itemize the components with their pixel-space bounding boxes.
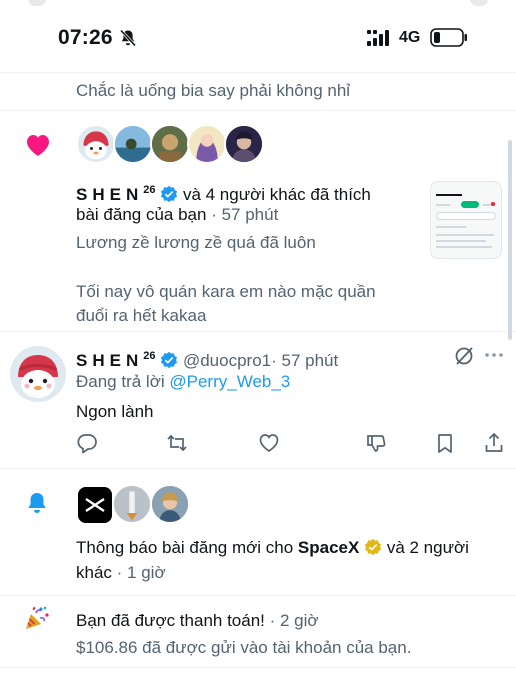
like-line-2: bài đăng của bạn · 57 phút (76, 203, 278, 227)
divider (0, 667, 516, 668)
verified-badge-icon (161, 185, 178, 203)
payment-title-line: Bạn đã được thanh toán! · 2 giờ (76, 609, 319, 633)
notification-snippet-text: Chắc là uống bia say phải không nhỉ (76, 81, 351, 100)
new-post-line-2: khác · 1 giờ (76, 561, 166, 585)
replying-to-handle[interactable]: @Perry_Web_3 (169, 372, 290, 391)
new-post-prefix: Thông báo bài đăng mới cho (76, 538, 294, 557)
avatar-user-3[interactable] (150, 124, 190, 164)
avatar-user-woman[interactable] (150, 484, 190, 524)
partial-top-element (28, 0, 46, 6)
battery-icon (430, 28, 467, 47)
like-action-text-2: bài đăng của bạn (76, 205, 207, 224)
user-name-superscript: 26 (143, 350, 156, 362)
share-icon[interactable] (483, 432, 505, 454)
replying-label: Đang trả lời (76, 372, 165, 391)
avatar-user-5[interactable] (224, 124, 264, 164)
retweet-icon[interactable] (166, 432, 188, 454)
user-name[interactable]: SHEN (76, 351, 143, 370)
replying-to-line: Đang trả lời @Perry_Web_3 (76, 370, 290, 394)
reply-time: · 57 phút (271, 351, 339, 370)
new-post-others: khác (76, 563, 112, 582)
more-options-icon[interactable] (484, 351, 504, 359)
bell-off-icon (119, 29, 137, 47)
avatar-user-2[interactable] (113, 124, 153, 164)
payment-title: Bạn đã được thanh toán! (76, 611, 265, 630)
bookmark-icon[interactable] (434, 432, 456, 454)
reply-text: Ngon lành (76, 402, 154, 421)
like-icon[interactable] (258, 432, 280, 454)
user-handle[interactable]: @duocpro1 (183, 351, 271, 370)
grok-icon[interactable] (453, 345, 475, 367)
account-name[interactable]: SpaceX (298, 538, 359, 557)
new-post-line-1: Thông báo bài đăng mới cho SpaceX và 2 n… (76, 536, 469, 560)
avatar-shen-large[interactable] (10, 346, 66, 402)
user-name[interactable]: SHEN (76, 185, 143, 204)
user-name-superscript: 26 (143, 184, 156, 196)
gold-verified-badge-icon (364, 538, 382, 556)
reply-icon[interactable] (76, 432, 98, 454)
divider (0, 72, 516, 73)
liked-post-line-2: Tối nay vô quán kara em nào mặc quần (76, 282, 376, 301)
like-action-text: và 4 người khác đã thích (182, 185, 371, 204)
payment-body: $106.86 đã được gửi vào tài khoản của bạ… (76, 638, 412, 657)
party-popper-icon (26, 606, 49, 629)
status-time: 07:26 (58, 26, 113, 49)
post-image-thumbnail[interactable] (430, 181, 502, 259)
scrollbar[interactable] (508, 140, 512, 340)
like-time: · 57 phút (211, 205, 279, 224)
liked-post-line-1: Lương zề lương zề quá đã luôn (76, 233, 316, 252)
liked-post-line-3: đuổi ra hết kakaa (76, 306, 207, 325)
payment-time: · 2 giờ (269, 611, 319, 630)
partial-top-element (470, 0, 488, 6)
avatar-user-4[interactable] (187, 124, 227, 164)
avatar-shen[interactable] (76, 124, 116, 164)
new-post-suffix: và 2 người (386, 538, 469, 557)
network-type: 4G (399, 29, 421, 46)
dislike-icon[interactable] (365, 432, 387, 454)
new-post-time: · 1 giờ (116, 563, 166, 582)
reply-header: SHEN26 @duocpro1· 57 phút (76, 344, 338, 373)
avatar-user-rocket[interactable] (112, 484, 152, 524)
cellular-signal-icon (367, 30, 389, 46)
avatar-spacex[interactable] (78, 487, 112, 523)
bell-icon (28, 493, 46, 513)
verified-badge-icon (161, 351, 178, 369)
heart-icon (27, 135, 49, 156)
